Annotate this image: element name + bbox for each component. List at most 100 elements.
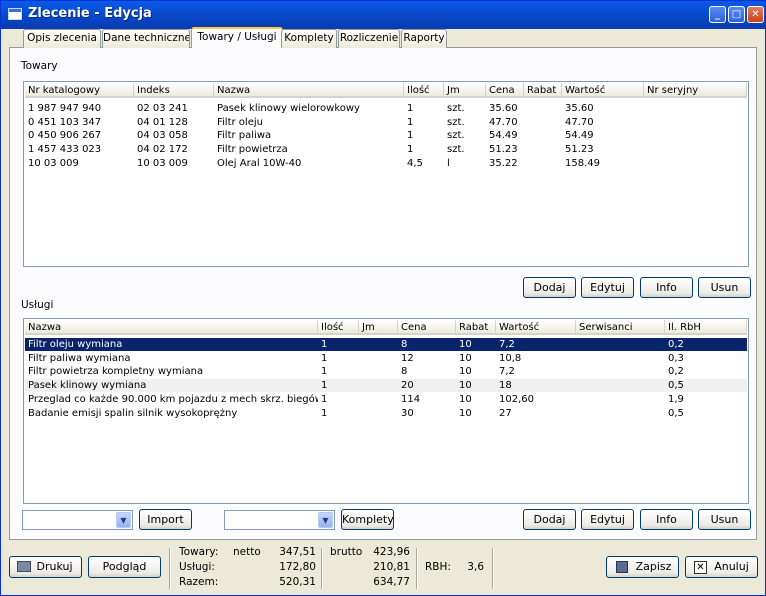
tab-dane-techniczne[interactable]: Dane techniczne [102, 29, 190, 48]
import-button[interactable]: Import [139, 509, 192, 530]
col-usl-jm[interactable]: Jm [359, 320, 398, 335]
col-jm[interactable]: Jm [444, 83, 486, 98]
col-ilosc[interactable]: Ilość [404, 83, 444, 98]
towary-edit-button[interactable]: Edytuj [581, 277, 634, 298]
table-cell: 10,8 [499, 352, 522, 364]
table-cell: 8 [401, 339, 408, 350]
table-cell: 114 [401, 393, 421, 405]
table-cell [359, 365, 398, 378]
table-row[interactable]: 10 03 009 10 03 009 Olej Aral 10W-40 4,5 l 35… [25, 157, 747, 170]
uslugi-brutto: 210,81 [373, 561, 410, 573]
maximize-button[interactable]: □ [728, 6, 745, 23]
col-nr-seryjny[interactable]: Nr seryjny [644, 83, 747, 98]
table-row[interactable]: Filtr paliwa wymiana 1 12 10 10,8 0,3 [25, 352, 747, 365]
tab-towary-uslugi[interactable]: Towary / Usługi [191, 27, 283, 48]
table-cell [576, 407, 665, 420]
table-cell: 4,5 [407, 157, 423, 169]
uslugi-delete-button[interactable]: Usun [698, 509, 751, 530]
komplety-combo[interactable]: ▼ [224, 510, 335, 530]
tab-rozliczenie[interactable]: Rozliczenie [338, 29, 400, 48]
towary-header: Nr katalogowy Indeks Nazwa Ilość Jm Cena… [25, 83, 747, 98]
table-cell: 158.49 [565, 157, 600, 169]
table-cell: 30 [401, 407, 414, 419]
table-row[interactable]: Badanie emisji spalin silnik wysokoprężn… [25, 407, 747, 420]
cancel-button[interactable]: ✕ Anuluj [685, 556, 758, 578]
table-cell: 0,5 [668, 407, 684, 419]
col-usl-cena[interactable]: Cena [398, 320, 456, 335]
table-cell: 0,2 [668, 339, 684, 350]
preview-button[interactable]: Podgląd [88, 556, 161, 578]
table-cell: 18 [499, 380, 512, 392]
tab-opis-zlecenia[interactable]: Opis zlecenia [23, 29, 101, 48]
title-bar[interactable]: Zlecenie - Edycja _ □ ✕ [1, 1, 765, 29]
rbh-label: RBH: [425, 561, 451, 573]
table-cell: 1 [321, 393, 328, 405]
table-cell: 1 [407, 144, 414, 156]
col-wartosc[interactable]: Wartość [562, 83, 644, 98]
table-row[interactable]: 0 451 103 347 04 01 128 Filtr oleju 1 szt. 47… [25, 116, 747, 129]
divider [492, 548, 494, 589]
tab-komplety[interactable]: Komplety [281, 29, 337, 48]
col-usl-rbh[interactable]: Il. RbH [665, 320, 747, 335]
table-cell: 10 [459, 352, 472, 364]
table-cell [359, 393, 398, 406]
chevron-down-icon[interactable]: ▼ [116, 512, 131, 528]
print-button[interactable]: Drukuj [9, 556, 82, 578]
col-usl-ilosc[interactable]: Ilość [318, 320, 359, 335]
table-cell [576, 352, 665, 365]
divider [416, 548, 418, 589]
table-cell: 10 03 009 [28, 157, 79, 169]
table-cell [524, 157, 562, 170]
col-usl-serwisanci[interactable]: Serwisanci [576, 320, 665, 335]
table-row[interactable]: Przeglad co każde 90.000 km pojazdu z me… [25, 393, 747, 406]
table-row[interactable]: 1 457 433 023 04 02 172 Filtr powietrza 1 sz… [25, 143, 747, 156]
table-cell: 0 450 906 267 [28, 130, 102, 142]
table-cell [359, 338, 398, 351]
netto-label: netto [233, 546, 261, 558]
table-cell [576, 338, 665, 351]
towary-info-button[interactable]: Info [640, 277, 693, 298]
table-cell: Filtr oleju [217, 116, 263, 128]
table-cell: 47.70 [489, 116, 518, 128]
table-row[interactable]: Filtr oleju wymiana 1 8 10 7,2 0,2 [25, 338, 747, 351]
table-cell: 0,5 [668, 380, 684, 392]
col-nr-katalogowy[interactable]: Nr katalogowy [25, 83, 134, 98]
towary-list[interactable]: Nr katalogowy Indeks Nazwa Ilość Jm Cena… [23, 81, 749, 267]
uslugi-edit-button[interactable]: Edytuj [581, 509, 634, 530]
table-row[interactable]: 0 450 906 267 04 03 058 Filtr paliwa 1 szt. 5… [25, 129, 747, 142]
table-cell [644, 143, 747, 156]
towary-add-button[interactable]: Dodaj [523, 277, 576, 298]
floppy-disk-icon [616, 561, 628, 573]
col-cena[interactable]: Cena [486, 83, 524, 98]
table-cell: 04 03 058 [137, 130, 188, 142]
close-button[interactable]: ✕ [747, 6, 764, 23]
col-nazwa[interactable]: Nazwa [214, 83, 404, 98]
table-cell: Filtr powietrza [217, 144, 288, 156]
col-usl-wartosc[interactable]: Wartość [496, 320, 576, 335]
komplety-button[interactable]: Komplety [341, 509, 394, 530]
chevron-down-icon[interactable]: ▼ [318, 512, 333, 528]
table-cell [524, 129, 562, 142]
col-usl-nazwa[interactable]: Nazwa [25, 320, 318, 335]
import-combo[interactable]: ▼ [22, 510, 133, 530]
table-cell: 1 [407, 103, 414, 114]
col-indeks[interactable]: Indeks [134, 83, 214, 98]
uslugi-info-button[interactable]: Info [640, 509, 693, 530]
table-cell: 1 [407, 130, 414, 142]
col-rabat[interactable]: Rabat [524, 83, 562, 98]
table-cell: 10 [459, 380, 472, 392]
table-cell [644, 102, 747, 115]
table-row[interactable]: 1 987 947 940 02 03 241 Pasek klinowy wiel… [25, 102, 747, 115]
table-cell [524, 116, 562, 129]
table-row[interactable]: Pasek klinowy wymiana 1 20 10 18 0,5 [25, 379, 747, 393]
col-usl-rabat[interactable]: Rabat [456, 320, 496, 335]
towary-delete-button[interactable]: Usun [698, 277, 751, 298]
tab-raporty[interactable]: Raporty [401, 29, 447, 48]
uslugi-list[interactable]: Nazwa Ilość Jm Cena Rabat Wartość Serwis… [23, 318, 749, 504]
table-row[interactable]: Filtr powietrza kompletny wymiana 1 8 10 7,2… [25, 365, 747, 378]
save-button[interactable]: Zapisz [606, 556, 679, 578]
rbh-value: 3,6 [467, 561, 484, 573]
uslugi-add-button[interactable]: Dodaj [523, 509, 576, 530]
minimize-button[interactable]: _ [709, 6, 726, 23]
razem-netto: 520,31 [279, 576, 316, 588]
